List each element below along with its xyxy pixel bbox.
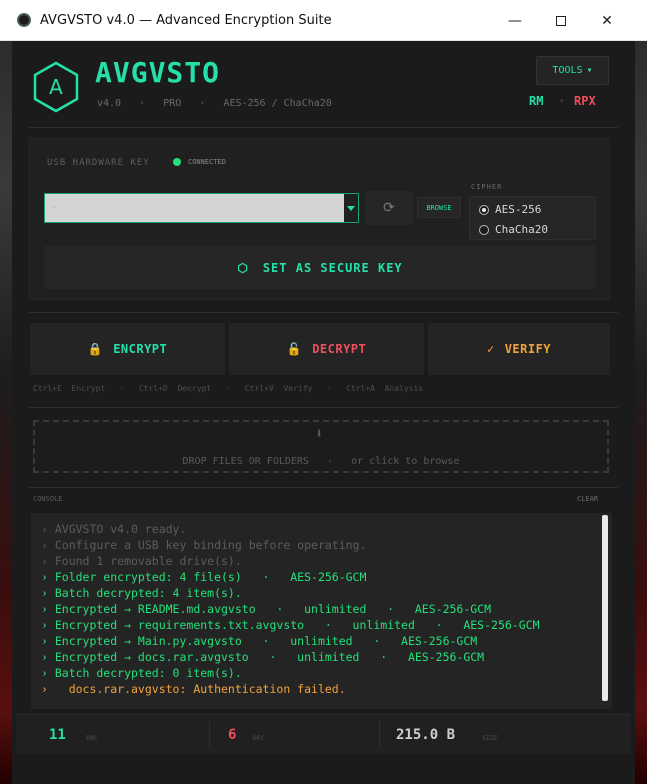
file-drop-zone[interactable]: ⬇ DROP FILES OR FOLDERS · or click to br… bbox=[33, 420, 609, 473]
download-arrow-icon: ⬇ bbox=[315, 426, 324, 442]
lock-icon: 🔒 bbox=[87, 342, 104, 356]
radio-unchecked-icon[interactable] bbox=[479, 224, 489, 235]
console-line: › Batch decrypted: 0 item(s). bbox=[41, 666, 242, 680]
brand-name: AVGVSTO bbox=[95, 56, 221, 89]
close-icon: ✕ bbox=[601, 12, 613, 29]
cipher-options: AES-256 ChaCha20 bbox=[469, 196, 596, 240]
size-label: SIZE bbox=[482, 734, 498, 742]
logo-icon: A bbox=[33, 61, 79, 113]
background-right bbox=[635, 41, 647, 784]
drive-select[interactable]: - bbox=[44, 193, 359, 223]
console-line: › Configure a USB key binding before ope… bbox=[41, 538, 367, 552]
shield-icon: ⬡ bbox=[237, 260, 249, 275]
app-surface: A AVGVSTO v4.0 · PRO · AES-256 / ChaCha2… bbox=[12, 41, 635, 784]
cipher-label: CIPHER bbox=[471, 183, 503, 191]
keyboard-shortcuts: Ctrl+E Encrypt · Ctrl+D Decrypt · Ctrl+V… bbox=[33, 384, 424, 393]
usb-key-panel: USB HARDWARE KEY CONNECTED - ⟳ BROWSE CI… bbox=[29, 138, 610, 300]
dec-label: DEC bbox=[253, 734, 265, 742]
window-titlebar: AVGVSTO v4.0 — Advanced Encryption Suite… bbox=[0, 0, 647, 41]
stats-footer: 11 ENC 6 DEC 215.0 B SIZE bbox=[16, 714, 631, 754]
dec-count: 6 bbox=[228, 727, 237, 743]
clear-console-button[interactable]: CLEAR bbox=[577, 495, 598, 503]
divider bbox=[29, 127, 618, 128]
maximize-icon bbox=[556, 15, 566, 26]
console-line: › Folder encrypted: 4 file(s) · AES-256-… bbox=[41, 570, 367, 584]
refresh-icon: ⟳ bbox=[383, 200, 395, 216]
console-line: › AVGVSTO v4.0 ready. bbox=[41, 522, 187, 536]
encrypt-label: ENCRYPT bbox=[113, 342, 168, 356]
encrypt-button[interactable]: 🔒 ENCRYPT bbox=[30, 323, 225, 375]
set-secure-key-button[interactable]: ⬡ SET AS SECURE KEY bbox=[44, 246, 596, 289]
console-line: › Encrypted → README.md.avgvsto · unlimi… bbox=[41, 602, 492, 616]
minimize-button[interactable]: — bbox=[492, 0, 538, 41]
dropdown-arrow[interactable] bbox=[344, 194, 358, 222]
version-subline: v4.0 · PRO · AES-256 / ChaCha20 bbox=[97, 98, 332, 109]
tools-label: TOOLS bbox=[552, 65, 583, 76]
tools-button[interactable]: TOOLS ▾ bbox=[536, 56, 609, 85]
console-line: › Encrypted → Main.py.avgvsto · unlimite… bbox=[41, 634, 478, 648]
usb-key-label: USB HARDWARE KEY bbox=[47, 158, 150, 168]
set-secure-key-label: SET AS SECURE KEY bbox=[262, 260, 403, 275]
maximize-button[interactable] bbox=[538, 0, 584, 41]
drive-select-value: - bbox=[51, 202, 58, 213]
console-line: › Batch decrypted: 4 item(s). bbox=[41, 586, 242, 600]
chevron-down-icon bbox=[347, 205, 355, 211]
console-output: › AVGVSTO v4.0 ready. › Configure a USB k… bbox=[31, 513, 612, 709]
console-label: CONSOLE bbox=[33, 495, 63, 503]
decrypt-label: DECRYPT bbox=[312, 342, 367, 356]
radio-checked-icon[interactable] bbox=[479, 204, 489, 215]
app-icon bbox=[17, 13, 31, 27]
console-line: › Encrypted → docs.rar.avgvsto · unlimit… bbox=[41, 650, 485, 664]
minimize-icon: — bbox=[508, 12, 522, 29]
rm-link[interactable]: RM bbox=[529, 94, 543, 108]
console-scrollbar[interactable] bbox=[602, 515, 608, 701]
header-separator: · bbox=[558, 94, 566, 108]
status-dot-icon bbox=[173, 158, 181, 166]
verify-label: VERIFY bbox=[504, 342, 552, 356]
connection-status: CONNECTED bbox=[188, 158, 226, 166]
cipher-option-label: ChaCha20 bbox=[495, 223, 548, 236]
browse-button[interactable]: BROWSE bbox=[417, 197, 461, 218]
divider bbox=[29, 487, 618, 488]
window-title: AVGVSTO v4.0 — Advanced Encryption Suite bbox=[40, 12, 332, 28]
chevron-down-icon: ▾ bbox=[586, 65, 593, 76]
size-value: 215.0 B bbox=[396, 727, 456, 743]
enc-count: 11 bbox=[49, 727, 66, 743]
app-header: A AVGVSTO v4.0 · PRO · AES-256 / ChaCha2… bbox=[12, 41, 635, 126]
cipher-option-label: AES-256 bbox=[495, 203, 542, 216]
cipher-option-aes[interactable]: AES-256 bbox=[479, 203, 541, 216]
console-line: › Encrypted → requirements.txt.avgvsto ·… bbox=[41, 618, 540, 632]
enc-label: ENC bbox=[86, 734, 98, 742]
decrypt-button[interactable]: 🔓 DECRYPT bbox=[229, 323, 424, 375]
console-line: › Found 1 removable drive(s). bbox=[41, 554, 242, 568]
console-line: › docs.rar.avgvsto: Authentication faile… bbox=[41, 682, 346, 696]
check-icon: ✓ bbox=[486, 342, 495, 356]
verify-button[interactable]: ✓ VERIFY bbox=[428, 323, 610, 375]
refresh-button[interactable]: ⟳ bbox=[365, 191, 413, 225]
divider bbox=[29, 407, 618, 408]
close-button[interactable]: ✕ bbox=[584, 0, 630, 41]
rpx-link[interactable]: RPX bbox=[574, 94, 596, 108]
unlock-icon: 🔓 bbox=[286, 342, 303, 356]
cipher-option-chacha[interactable]: ChaCha20 bbox=[479, 223, 548, 236]
divider bbox=[29, 312, 618, 313]
background-left bbox=[0, 41, 12, 784]
stat-divider bbox=[379, 721, 380, 749]
stat-divider bbox=[209, 721, 210, 749]
drop-zone-text: DROP FILES OR FOLDERS · or click to brow… bbox=[182, 456, 460, 467]
logo-letter: A bbox=[49, 75, 63, 99]
